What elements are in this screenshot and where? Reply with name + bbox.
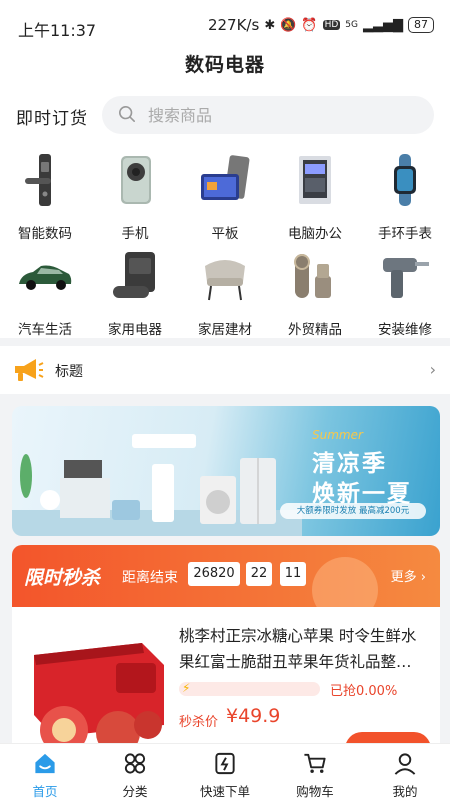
mute-icon: 🔕 — [280, 17, 297, 33]
phone-icon — [121, 156, 151, 204]
category-label: 手环手表 — [378, 226, 432, 242]
signal-icon: ▂▃▅▇ — [363, 17, 403, 33]
search-bar[interactable] — [102, 96, 434, 134]
promo-banner[interactable]: Summer 清凉季 焕新一夏 大额券限时发放 最高减200元 — [12, 406, 440, 536]
tab-quick-order[interactable]: 快速下单 — [180, 744, 270, 800]
price-label: 秒杀价 — [179, 715, 219, 730]
megaphone-icon — [15, 359, 44, 381]
chair-icon — [205, 260, 245, 301]
smart-lock-icon — [25, 154, 51, 206]
notice-title: 标题 — [55, 364, 83, 380]
countdown-seconds: 11 — [280, 562, 306, 586]
countdown-minutes: 22 — [246, 562, 272, 586]
flash-sale-title: 限时秒杀 — [24, 567, 101, 589]
category-furniture[interactable]: 家居建材 — [180, 242, 270, 338]
category-watch[interactable]: 手环手表 — [360, 146, 450, 242]
category-car[interactable]: 汽车生活 — [0, 242, 90, 338]
category-label: 智能数码 — [18, 226, 72, 242]
countdown-label: 距离结束 — [122, 570, 178, 586]
user-icon — [394, 753, 416, 775]
page: 上午11:37 227K/s ✱ 🔕 ⏰ HD 5G ▂▃▅▇ 87 数码电器 … — [0, 0, 450, 800]
car-icon — [19, 265, 72, 290]
sold-percent: 已抢0.00% — [330, 684, 398, 699]
tab-cart[interactable]: 购物车 — [270, 744, 360, 800]
product-name: 桃李村正宗冰糖心苹果 时令生鲜水果红富士脆甜丑苹果年货礼品整… — [179, 627, 417, 671]
tab-label: 分类 — [122, 784, 148, 799]
category-label: 平板 — [211, 226, 239, 242]
status-time: 上午11:37 — [18, 21, 97, 40]
flash-sale-header: 限时秒杀 距离结束 26820 22 11 更多 › — [12, 545, 440, 623]
computer-icon — [299, 156, 331, 204]
banner-title-line1: 清凉季 — [312, 451, 387, 477]
alarm-icon: ⏰ — [301, 17, 318, 33]
network-speed: 227K/s — [207, 16, 260, 34]
category-label: 电脑办公 — [288, 226, 342, 242]
category-grid: 智能数码 手机 平板 电脑办公 手环手表 汽车生活 家用电器 家居建材 外贸精品… — [0, 142, 450, 338]
category-smart-digital[interactable]: 智能数码 — [0, 146, 90, 242]
tab-mine[interactable]: 我的 — [360, 744, 450, 800]
home-icon — [35, 753, 55, 774]
signal-label: 5G — [345, 20, 358, 30]
page-title: 数码电器 — [0, 50, 450, 90]
more-label: 更多 — [390, 570, 417, 585]
category-icon — [124, 753, 146, 774]
sale-progress-bar — [179, 682, 320, 696]
tab-label: 购物车 — [296, 784, 334, 799]
search-row: 即时订货 — [0, 90, 450, 142]
purifier-icon — [294, 254, 331, 298]
tab-label: 首页 — [32, 784, 58, 799]
notice-bar[interactable]: 标题 › — [0, 346, 450, 394]
category-phone[interactable]: 手机 — [90, 146, 180, 242]
lightning-icon: ⚡ — [182, 681, 191, 695]
product-price: ¥49.9 — [226, 705, 281, 727]
apple-box-image — [34, 643, 164, 755]
search-icon — [118, 105, 136, 123]
quick-order-icon — [215, 752, 235, 775]
tab-label: 快速下单 — [199, 784, 250, 799]
category-computer[interactable]: 电脑办公 — [270, 146, 360, 242]
tab-category[interactable]: 分类 — [90, 744, 180, 800]
category-label: 手机 — [121, 226, 149, 242]
watch-icon — [394, 154, 416, 206]
category-label: 安装维修 — [378, 322, 432, 338]
tab-home[interactable]: 首页 — [0, 744, 90, 800]
category-installation[interactable]: 安装维修 — [360, 242, 450, 338]
tablet-icon — [201, 155, 250, 200]
instant-order-label: 即时订货 — [16, 109, 88, 129]
chevron-right-icon: › — [429, 360, 436, 379]
search-input[interactable] — [148, 96, 418, 134]
cart-icon — [304, 753, 326, 773]
category-label: 家用电器 — [108, 322, 162, 338]
countdown-hours: 26820 — [188, 562, 240, 586]
robot-vacuum-icon — [113, 252, 155, 298]
banner-subtitle: 大额券限时发放 最高减200元 — [280, 503, 426, 519]
status-bar: 上午11:37 227K/s ✱ 🔕 ⏰ HD 5G ▂▃▅▇ 87 — [0, 0, 450, 50]
category-label: 外贸精品 — [288, 322, 342, 338]
category-home-appliance[interactable]: 家用电器 — [90, 242, 180, 338]
hd-icon: HD — [322, 20, 341, 30]
category-label: 家居建材 — [198, 322, 252, 338]
category-tablet[interactable]: 平板 — [180, 146, 270, 242]
status-icons: 227K/s ✱ 🔕 ⏰ HD 5G ▂▃▅▇ 87 — [208, 16, 434, 34]
category-label: 汽车生活 — [18, 322, 72, 338]
more-link[interactable]: 更多 › — [391, 566, 426, 585]
bottom-tab-bar: 首页 分类 快速下单 购物车 我的 — [0, 743, 450, 800]
tab-label: 我的 — [392, 784, 418, 799]
battery-icon: 87 — [408, 17, 434, 33]
category-foreign-trade[interactable]: 外贸精品 — [270, 242, 360, 338]
bluetooth-icon: ✱ — [264, 17, 276, 33]
drill-icon — [383, 258, 429, 298]
appliances-illustration — [12, 434, 302, 536]
banner-script-text: Summer — [312, 428, 363, 442]
